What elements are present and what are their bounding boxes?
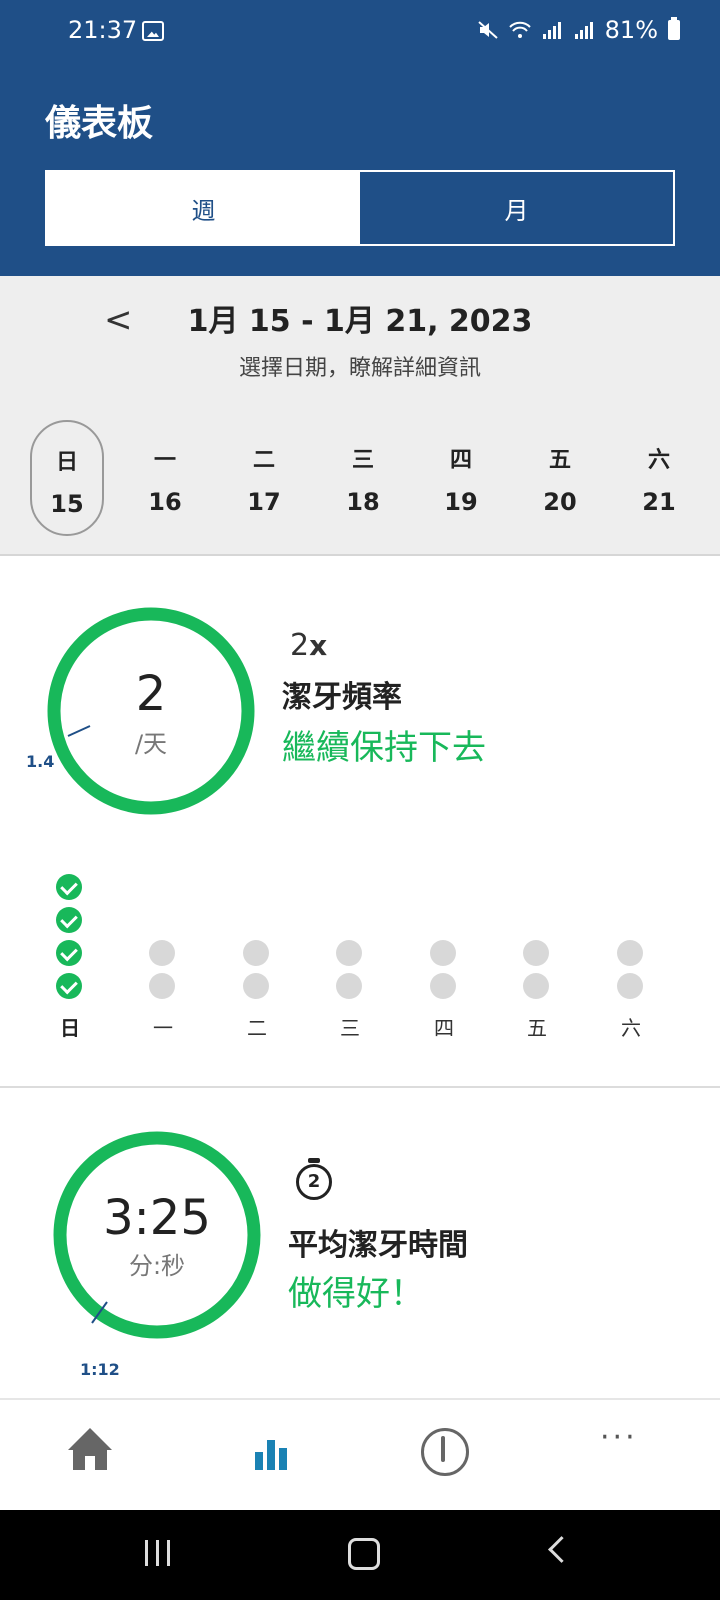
- day-name: 四: [449, 448, 472, 473]
- empty-dot: [430, 940, 456, 966]
- tab-month[interactable]: 月: [360, 172, 673, 244]
- daily-brushing-dots: 日 一 二 三 四 五 六: [40, 874, 680, 1040]
- status-icons: 81%: [477, 16, 680, 44]
- brush-head-icon[interactable]: [421, 1428, 481, 1488]
- duration-value: 3:25: [103, 1190, 211, 1246]
- empty-dot: [430, 973, 456, 999]
- page-title: 儀表板: [45, 103, 154, 144]
- bar-chart-icon[interactable]: [245, 1428, 305, 1488]
- frequency-unit: /天: [134, 730, 168, 758]
- day-label: 四: [434, 1016, 454, 1040]
- empty-dot: [243, 973, 269, 999]
- frequency-average-marker: 1.4: [26, 752, 55, 771]
- day-sunday[interactable]: 日 15: [30, 420, 104, 536]
- day-label: 一: [153, 1016, 173, 1040]
- duration-message: 做得好！: [288, 1274, 424, 1314]
- duration-card[interactable]: 3:25 分:秒 1:12 2 平均潔牙時間 做得好！: [0, 1088, 720, 1398]
- signal-icon-2: [574, 22, 593, 39]
- recent-apps-icon[interactable]: [145, 1540, 173, 1566]
- check-icon: [56, 973, 82, 999]
- frequency-value: 2: [135, 666, 167, 722]
- day-date: 16: [148, 488, 182, 516]
- day-wednesday[interactable]: 三 18: [326, 420, 400, 536]
- day-name: 三: [351, 448, 374, 473]
- mute-icon: [477, 21, 498, 39]
- duration-unit: 分:秒: [128, 1252, 186, 1280]
- period-toggle: 週 月: [45, 170, 675, 246]
- day-date: 19: [444, 488, 478, 516]
- empty-dot: [336, 973, 362, 999]
- date-hint: 選擇日期，瞭解詳細資訊: [238, 356, 481, 381]
- home-button-icon[interactable]: [348, 1538, 380, 1570]
- app-header: 儀表板 週 月: [0, 68, 720, 276]
- tab-week[interactable]: 週: [47, 172, 360, 244]
- day-label: 五: [527, 1016, 547, 1040]
- duration-average-marker: 1:12: [80, 1360, 120, 1379]
- empty-dot: [243, 940, 269, 966]
- status-time: 21:37: [68, 16, 138, 44]
- day-column: 六: [601, 874, 661, 1040]
- frequency-goal-number: 2: [290, 628, 310, 663]
- frequency-message: 繼續保持下去: [282, 728, 486, 768]
- duration-ring: 3:25 分:秒: [52, 1130, 262, 1340]
- empty-dot: [617, 973, 643, 999]
- system-navigation-bar: [0, 1510, 720, 1600]
- frequency-card[interactable]: 2 /天 1.4 2x 潔牙頻率 繼續保持下去 日 一 二 三 四 五 六: [0, 556, 720, 1088]
- check-icon: [56, 907, 82, 933]
- day-column: 一: [133, 874, 193, 1040]
- frequency-goal: 2x: [290, 628, 327, 663]
- empty-dot: [523, 973, 549, 999]
- frequency-goal-x: x: [309, 629, 328, 662]
- day-label: 三: [340, 1016, 360, 1040]
- wifi-icon: [508, 21, 531, 38]
- day-name: 二: [252, 448, 275, 473]
- check-icon: [56, 940, 82, 966]
- day-date: 18: [346, 488, 380, 516]
- date-navigator: < 1月 15 - 1月 21, 2023 選擇日期，瞭解詳細資訊 日 15 一…: [0, 276, 720, 556]
- day-name: 一: [153, 448, 176, 473]
- day-column: 日: [40, 874, 100, 1040]
- day-thursday[interactable]: 四 19: [424, 420, 498, 536]
- empty-dot: [149, 940, 175, 966]
- day-friday[interactable]: 五 20: [523, 420, 597, 536]
- day-date: 15: [50, 490, 84, 518]
- bottom-navigation: ···: [0, 1398, 720, 1512]
- day-name: 五: [548, 448, 571, 473]
- empty-dot: [617, 940, 643, 966]
- day-column: 三: [320, 874, 380, 1040]
- day-label: 二: [247, 1016, 267, 1040]
- day-date: 20: [543, 488, 577, 516]
- image-notification-icon: [142, 21, 164, 41]
- day-date: 21: [642, 488, 676, 516]
- more-icon[interactable]: ···: [600, 1420, 660, 1480]
- empty-dot: [149, 973, 175, 999]
- check-icon: [56, 874, 82, 900]
- empty-dot: [523, 940, 549, 966]
- battery-icon: [668, 17, 680, 40]
- back-icon[interactable]: [548, 1536, 575, 1563]
- battery-percent: 81%: [604, 16, 658, 44]
- frequency-ring: 2 /天: [46, 606, 256, 816]
- day-selector: 日 15 一 16 二 17 三 18 四 19 五 20 六 21: [30, 420, 710, 536]
- day-name: 日: [55, 450, 78, 475]
- frequency-title: 潔牙頻率: [282, 680, 402, 715]
- day-label: 日: [60, 1016, 80, 1040]
- signal-icon: [542, 22, 561, 39]
- day-column: 五: [507, 874, 567, 1040]
- duration-title: 平均潔牙時間: [288, 1228, 468, 1263]
- home-icon[interactable]: [60, 1428, 120, 1488]
- day-monday[interactable]: 一 16: [128, 420, 202, 536]
- day-name: 六: [647, 448, 670, 473]
- empty-dot: [336, 940, 362, 966]
- day-column: 四: [414, 874, 474, 1040]
- date-range: 1月 15 - 1月 21, 2023: [187, 304, 533, 339]
- status-bar: 21:37 81%: [0, 0, 720, 68]
- day-date: 17: [247, 488, 281, 516]
- day-column: 二: [227, 874, 287, 1040]
- day-saturday[interactable]: 六 21: [622, 420, 696, 536]
- day-tuesday[interactable]: 二 17: [227, 420, 301, 536]
- stopwatch-icon: 2: [296, 1158, 332, 1200]
- day-label: 六: [621, 1016, 641, 1040]
